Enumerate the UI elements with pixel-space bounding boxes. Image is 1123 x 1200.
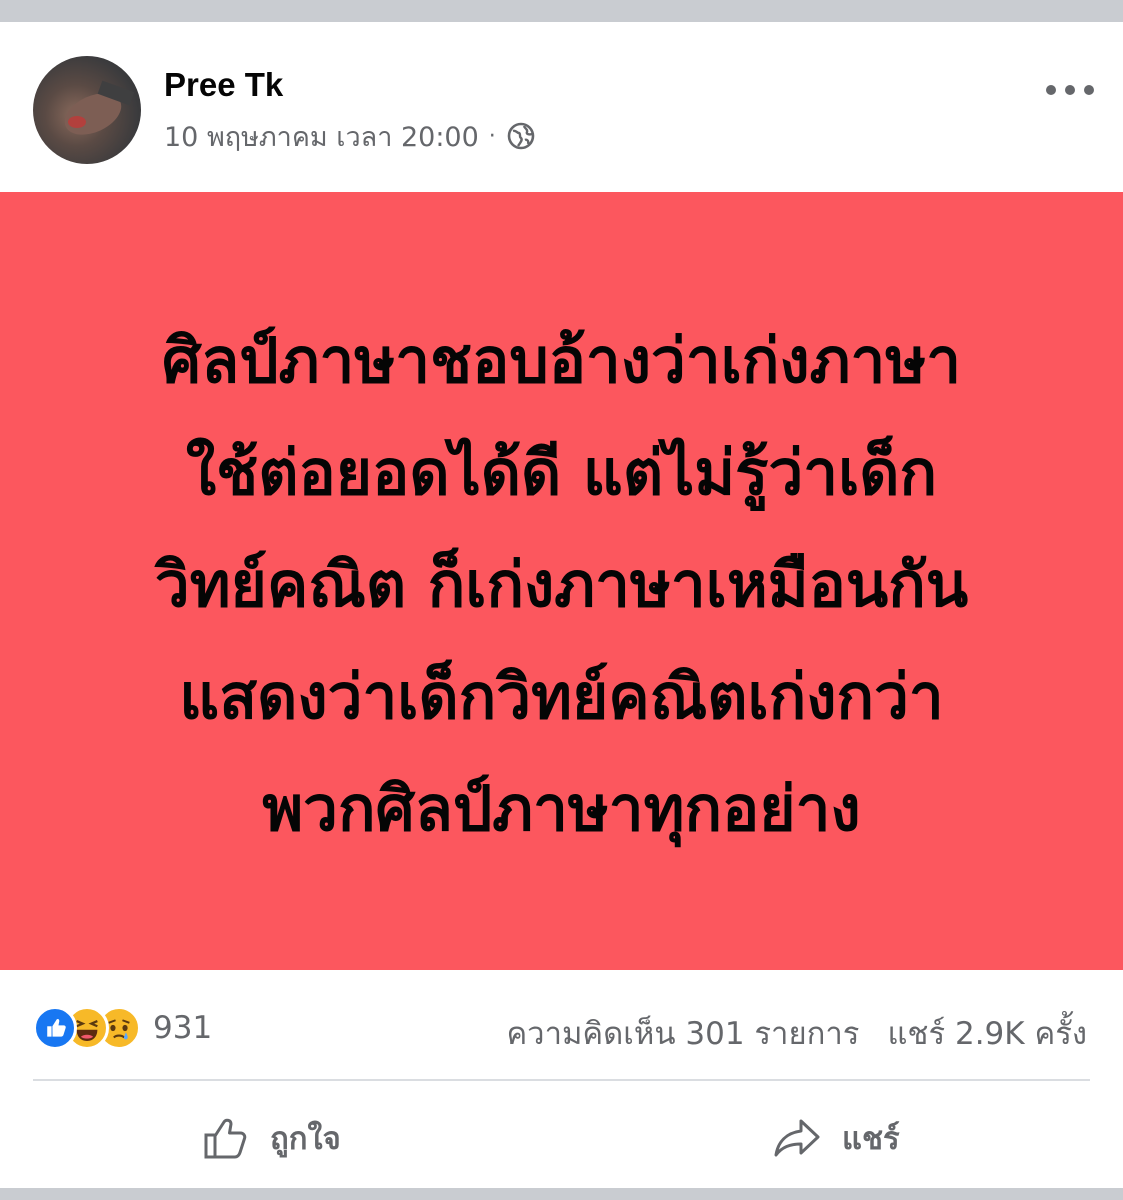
post-card: Pree Tk 10 พฤษภาคม เวลา 20:00 · ศิลป์ภาษ… — [0, 22, 1123, 1188]
share-count-link[interactable]: แชร์ 2.9K ครั้ง — [887, 1008, 1087, 1058]
banner-text: ศิลป์ภาษาชอบอ้างว่าเก่งภาษา ใช้ต่อยอดได้… — [37, 305, 1087, 865]
reaction-summary[interactable]: 931 — [33, 1006, 212, 1050]
stats-gap — [859, 1008, 887, 1058]
engagement-counts: ความคิดเห็น 301 รายการ แชร์ 2.9K ครั้ง — [506, 1008, 1087, 1058]
post-meta: 10 พฤษภาคม เวลา 20:00 · — [164, 118, 536, 154]
banner-line: ใช้ต่อยอดได้ดี แต่ไม่รู้ว่าเด็ก — [185, 436, 938, 509]
thumbs-up-icon — [204, 1118, 247, 1159]
like-reaction-icon — [33, 1006, 77, 1050]
more-dot — [1065, 85, 1075, 95]
like-button[interactable]: ถูกใจ — [200, 1106, 341, 1170]
banner-line: ศิลป์ภาษาชอบอ้างว่าเก่งภาษา — [161, 324, 962, 397]
globe-icon — [507, 122, 535, 150]
bottom-separator — [0, 1188, 1123, 1200]
action-bar: ถูกใจ แชร์ — [0, 1088, 1123, 1188]
more-options-icon[interactable] — [1040, 72, 1100, 108]
post-stats: 931 ความคิดเห็น 301 รายการ แชร์ 2.9K ครั… — [0, 990, 1123, 1066]
post-timestamp[interactable]: 10 พฤษภาคม เวลา 20:00 — [164, 115, 479, 158]
top-separator — [0, 0, 1123, 22]
banner-line: พวกศิลป์ภาษาทุกอย่าง — [262, 772, 861, 845]
meta-separator: · — [488, 123, 496, 149]
avatar[interactable] — [33, 56, 141, 164]
share-button[interactable]: แชร์ — [772, 1106, 900, 1170]
more-dot — [1046, 85, 1056, 95]
banner-line: วิทย์คณิต ก็เก่งภาษาเหมือนกัน — [154, 548, 969, 621]
reaction-count: 931 — [153, 1010, 213, 1046]
author-name[interactable]: Pree Tk — [164, 66, 283, 104]
share-arrow-icon — [774, 1119, 820, 1157]
comment-count-link[interactable]: ความคิดเห็น 301 รายการ — [506, 1008, 859, 1058]
divider — [33, 1079, 1090, 1081]
status-banner[interactable]: ศิลป์ภาษาชอบอ้างว่าเก่งภาษา ใช้ต่อยอดได้… — [0, 192, 1123, 970]
banner-line: แสดงว่าเด็กวิทย์คณิตเก่งกว่า — [179, 660, 944, 733]
share-label: แชร์ — [842, 1121, 900, 1157]
more-dot — [1084, 85, 1094, 95]
like-label: ถูกใจ — [270, 1121, 341, 1157]
post-header: Pree Tk 10 พฤษภาคม เวลา 20:00 · — [0, 22, 1123, 192]
